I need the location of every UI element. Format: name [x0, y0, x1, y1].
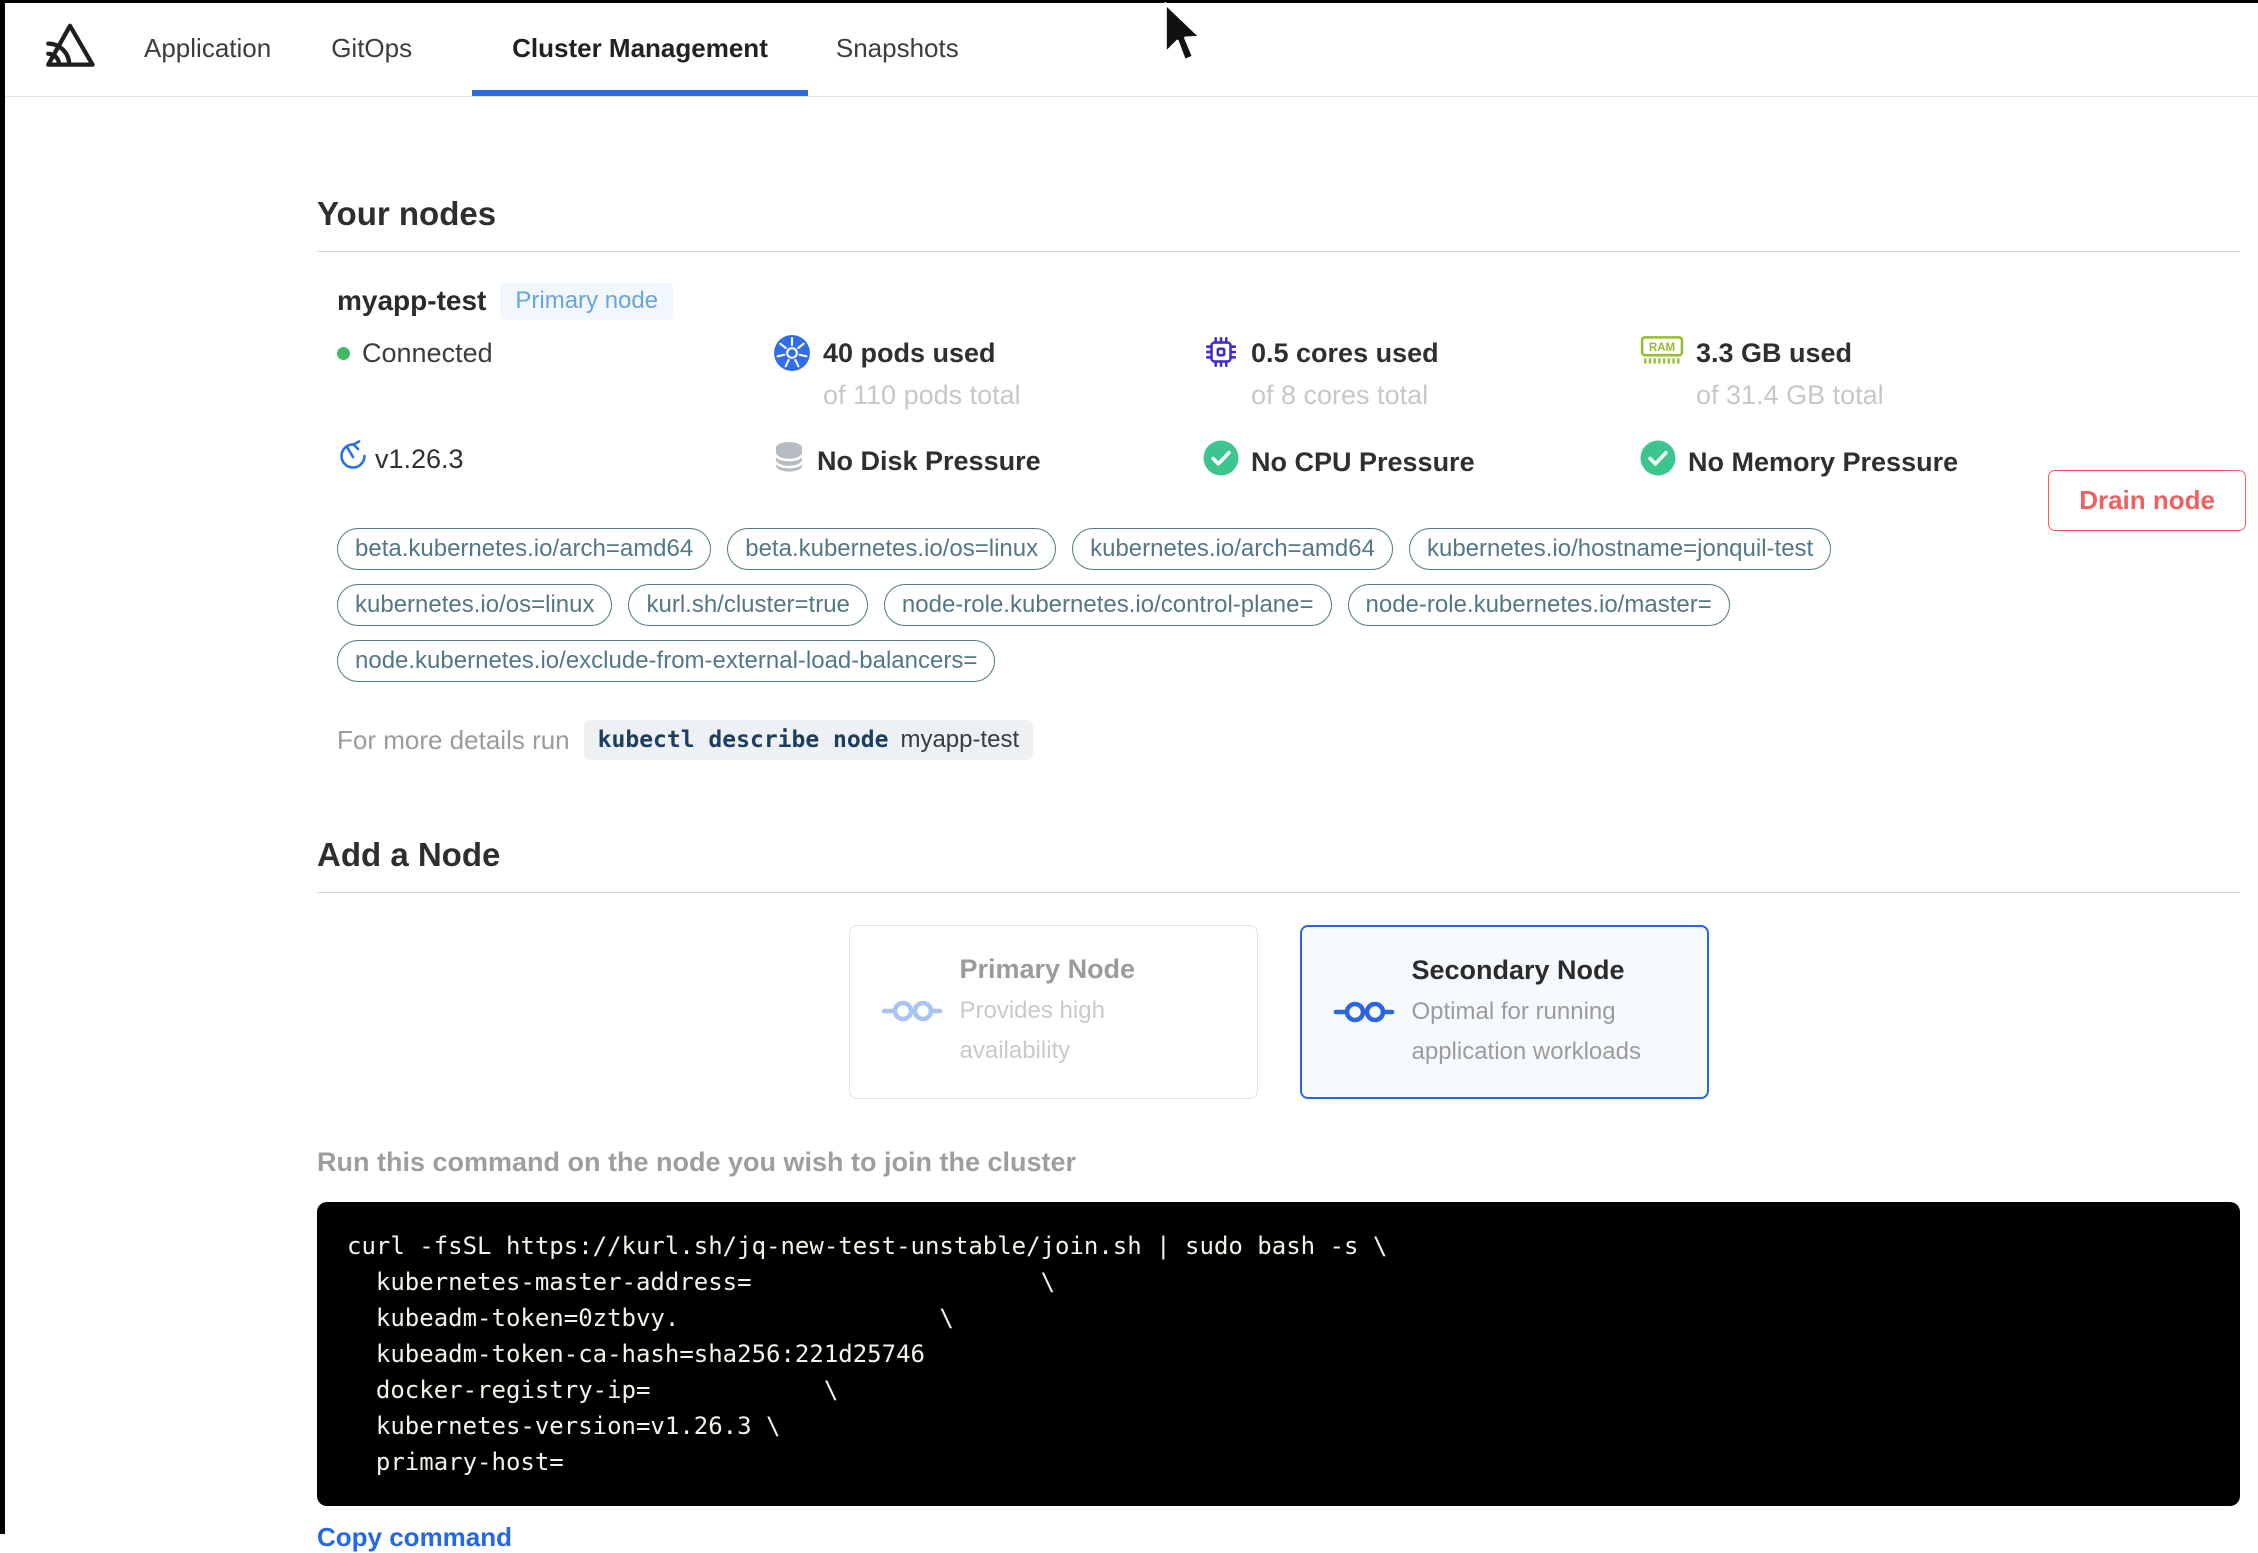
drain-node-button[interactable]: Drain node [2048, 470, 2246, 531]
code-line: curl -fsSL https://kurl.sh/jq-new-test-u… [347, 1232, 1388, 1260]
node-label-pill: kubernetes.io/arch=amd64 [1072, 528, 1393, 570]
top-navbar: Application GitOps Cluster Management Sn… [0, 0, 2258, 97]
pods-total: of 110 pods total [823, 380, 1021, 410]
tab-cluster-management[interactable]: Cluster Management [472, 0, 808, 96]
tab-application[interactable]: Application [144, 0, 271, 96]
main-content: Your nodes myapp-test Primary node Conne… [317, 195, 2246, 1553]
memory-total: of 31.4 GB total [1696, 380, 1884, 410]
cores-stat-text: 0.5 cores used of 8 cores total [1251, 336, 1439, 412]
check-circle-icon [1203, 440, 1239, 484]
connected-dot-icon [337, 346, 350, 360]
code-line: kubeadm-token=0ztbvy. \ [347, 1304, 954, 1332]
node-label-pill: beta.kubernetes.io/arch=amd64 [337, 528, 712, 570]
nav-tabs: Application GitOps Cluster Management Sn… [144, 0, 1019, 96]
tab-application-label: Application [144, 32, 272, 63]
app-logo[interactable] [42, 0, 98, 96]
node-label-pill: node.kubernetes.io/exclude-from-external… [337, 640, 996, 682]
window-top-edge [0, 0, 2258, 3]
memory-stat-text: 3.3 GB used of 31.4 GB total [1696, 336, 1884, 412]
cpu-pressure-condition: No CPU Pressure [1203, 440, 1640, 484]
tab-cluster-management-label: Cluster Management [512, 32, 768, 63]
node-conditions-row: v1.26.3 No Disk Pressure No CPU Pressure… [337, 440, 2240, 484]
kubernetes-pods-icon [773, 334, 811, 377]
code-line: primary-host= [347, 1448, 564, 1476]
node-details-line: For more details run kubectl describe no… [337, 720, 2240, 760]
disk-pressure-condition: No Disk Pressure [773, 440, 1203, 482]
code-line: kubernetes-master-address= \ [347, 1268, 1056, 1296]
node-name-row: myapp-test Primary node [337, 282, 2240, 320]
cpu-pressure-label: No CPU Pressure [1251, 447, 1475, 477]
window-left-edge [0, 0, 5, 1534]
node-status-label: Connected [362, 338, 493, 368]
memory-pressure-label: No Memory Pressure [1688, 447, 1959, 477]
node-label-pill: node-role.kubernetes.io/master= [1347, 584, 1730, 626]
svg-text:RAM: RAM [1649, 342, 1675, 354]
primary-node-option-description: Provides high availability [959, 997, 1105, 1064]
linked-nodes-icon [1332, 997, 1396, 1073]
secondary-node-option-description: Optimal for running application workload… [1411, 998, 1641, 1065]
node-label-pill: kubernetes.io/os=linux [337, 584, 613, 626]
ram-stick-icon: RAM [1640, 334, 1684, 373]
node-labels: beta.kubernetes.io/arch=amd64 beta.kuber… [337, 528, 1917, 682]
tab-gitops[interactable]: GitOps [331, 0, 412, 96]
primary-node-option-title: Primary Node [959, 954, 1136, 984]
primary-node-option[interactable]: Primary Node Provides high availability [848, 925, 1258, 1099]
primary-node-option-text: Primary Node Provides high availability [960, 950, 1210, 1074]
kubectl-command-chip: kubectl describe node myapp-test [583, 720, 1034, 760]
node-status: Connected [337, 336, 773, 370]
cores-used: 0.5 cores used [1251, 338, 1439, 368]
cores-total: of 8 cores total [1251, 380, 1429, 410]
your-nodes-title: Your nodes [317, 195, 497, 232]
node-label-pill: node-role.kubernetes.io/control-plane= [883, 584, 1332, 626]
node-usage-row: Connected 40 pods used of 110 pods total… [337, 334, 2240, 412]
disk-pressure-label: No Disk Pressure [817, 446, 1041, 476]
copy-command-link[interactable]: Copy command [317, 1522, 512, 1553]
node-version: v1.26.3 [337, 440, 773, 479]
secondary-node-option[interactable]: Secondary Node Optimal for running appli… [1299, 925, 1709, 1099]
database-disk-icon [773, 440, 805, 482]
node-label-pill: beta.kubernetes.io/os=linux [727, 528, 1057, 570]
kubectl-command-node: myapp-test [900, 726, 1020, 753]
node-type-options: Primary Node Provides high availability … [317, 925, 2240, 1099]
section-divider [317, 892, 2240, 893]
add-node-title: Add a Node [317, 836, 501, 873]
linked-nodes-icon [880, 996, 944, 1074]
node-version-label: v1.26.3 [375, 444, 464, 474]
tab-snapshots-label: Snapshots [835, 32, 959, 63]
code-line: kubernetes-version=v1.26.3 \ [347, 1412, 781, 1440]
primary-node-badge: Primary node [500, 282, 674, 320]
node-card: myapp-test Primary node Connected 40 pod… [317, 252, 2246, 760]
kubectl-command: kubectl describe node [597, 727, 889, 753]
check-circle-icon [1640, 440, 1676, 484]
memory-stat: RAM 3.3 GB used of 31.4 GB total [1640, 336, 2240, 412]
node-name: myapp-test [337, 285, 487, 316]
join-command-code-block: curl -fsSL https://kurl.sh/jq-new-test-u… [317, 1202, 2240, 1506]
pods-stat: 40 pods used of 110 pods total [773, 334, 1203, 412]
mouse-cursor-icon [1160, 2, 1206, 71]
node-label-pill: kubernetes.io/hostname=jonquil-test [1408, 528, 1832, 570]
secondary-node-option-text: Secondary Node Optimal for running appli… [1412, 951, 1662, 1073]
tab-snapshots[interactable]: Snapshots [836, 0, 959, 96]
pods-used: 40 pods used [823, 338, 996, 368]
memory-used: 3.3 GB used [1696, 338, 1853, 368]
your-nodes-section: Your nodes myapp-test Primary node Conne… [317, 195, 2246, 760]
cpu-chip-icon [1203, 334, 1239, 375]
pods-stat-text: 40 pods used of 110 pods total [823, 336, 1021, 412]
join-command-instruction: Run this command on the node you wish to… [317, 1147, 1077, 1177]
sentry-triangle-logo-icon [42, 19, 98, 78]
tab-gitops-label: GitOps [331, 32, 413, 63]
node-label-pill: kurl.sh/cluster=true [628, 584, 868, 626]
add-node-section: Add a Node Primary Node Provides high av… [317, 838, 2240, 1553]
cores-stat: 0.5 cores used of 8 cores total [1203, 336, 1640, 412]
details-prefix: For more details run [337, 724, 570, 755]
code-line: kubeadm-token-ca-hash=sha256:221d25746 [347, 1340, 925, 1368]
update-circular-arrow-icon [337, 440, 369, 479]
code-line: docker-registry-ip= \ [347, 1376, 839, 1404]
secondary-node-option-title: Secondary Node [1411, 955, 1625, 985]
